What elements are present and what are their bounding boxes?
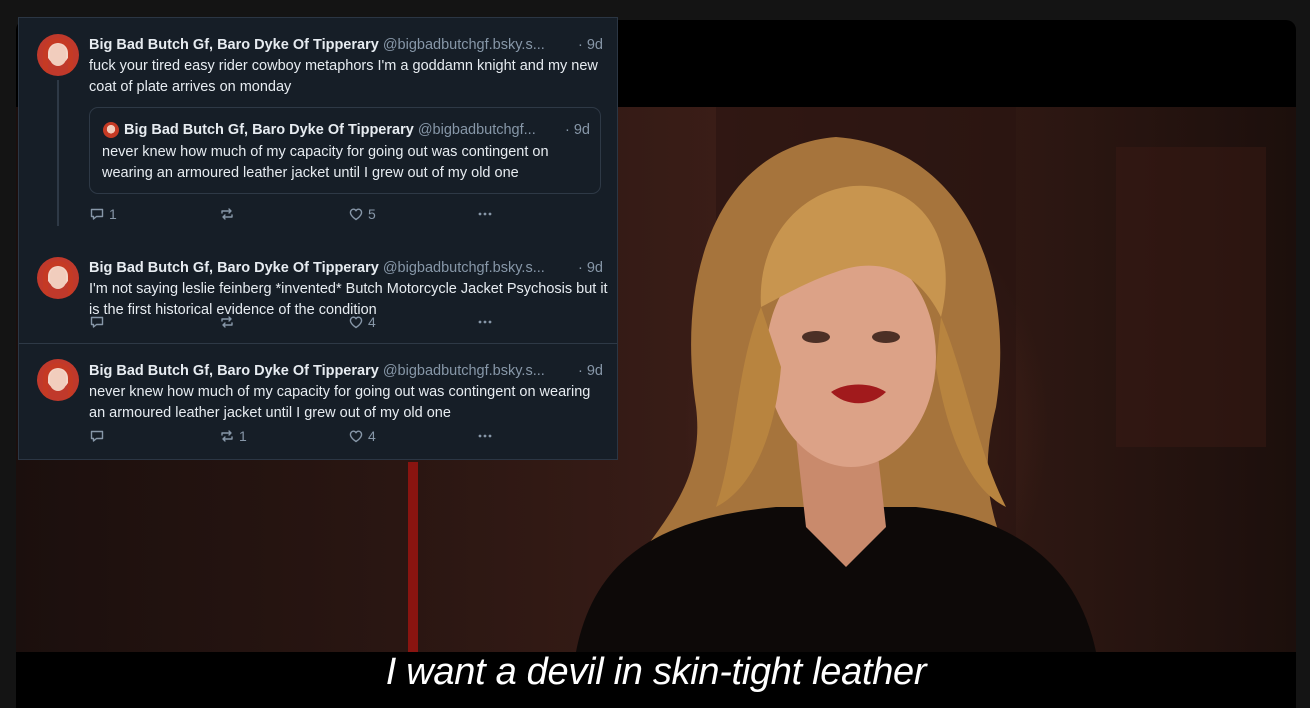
more-button[interactable] bbox=[477, 313, 493, 331]
repost-button[interactable]: 1 bbox=[219, 427, 247, 445]
post-actions: 1 4 bbox=[89, 427, 529, 445]
more-icon bbox=[478, 212, 492, 216]
post-text: never knew how much of my capacity for g… bbox=[89, 384, 591, 421]
more-button[interactable] bbox=[477, 427, 493, 445]
post-header: Big Bad Butch Gf, Baro Dyke Of Tipperary… bbox=[89, 36, 609, 54]
like-count: 4 bbox=[368, 428, 376, 444]
repost-button[interactable] bbox=[219, 205, 239, 223]
quote-author-name: Big Bad Butch Gf, Baro Dyke Of Tipperary bbox=[124, 122, 414, 138]
quote-header: Big Bad Butch Gf, Baro Dyke Of Tipperary… bbox=[124, 121, 590, 139]
repost-icon bbox=[221, 316, 233, 328]
author-name[interactable]: Big Bad Butch Gf, Baro Dyke Of Tipperary bbox=[89, 363, 379, 379]
post-thread-panel: Big Bad Butch Gf, Baro Dyke Of Tipperary… bbox=[18, 17, 618, 460]
author-handle[interactable]: @bigbadbutchgf.bsky.s... bbox=[383, 260, 545, 276]
more-icon bbox=[478, 320, 492, 324]
reply-button[interactable] bbox=[89, 313, 109, 331]
like-button[interactable]: 4 bbox=[348, 313, 376, 331]
post-actions: 4 bbox=[89, 313, 529, 331]
avatar[interactable] bbox=[37, 359, 79, 401]
thread-line bbox=[57, 80, 59, 226]
author-handle[interactable]: @bigbadbutchgf.bsky.s... bbox=[383, 37, 545, 53]
post-header: Big Bad Butch Gf, Baro Dyke Of Tipperary… bbox=[89, 259, 609, 277]
more-button[interactable] bbox=[477, 205, 493, 223]
avatar[interactable] bbox=[37, 34, 79, 76]
quote-time: · 9d bbox=[561, 121, 590, 139]
post[interactable]: Big Bad Butch Gf, Baro Dyke Of Tipperary… bbox=[19, 344, 617, 459]
quote-avatar bbox=[103, 122, 119, 138]
avatar-face bbox=[50, 267, 66, 289]
avatar[interactable] bbox=[37, 257, 79, 299]
like-button[interactable]: 5 bbox=[348, 205, 376, 223]
repost-icon bbox=[221, 430, 233, 442]
repost-button[interactable] bbox=[219, 313, 239, 331]
quote-text: never knew how much of my capacity for g… bbox=[102, 144, 549, 181]
repost-count: 1 bbox=[239, 428, 247, 444]
post-time[interactable]: · 9d bbox=[574, 259, 603, 277]
heart-icon bbox=[349, 208, 363, 221]
heart-icon bbox=[349, 430, 363, 443]
author-name[interactable]: Big Bad Butch Gf, Baro Dyke Of Tipperary bbox=[89, 260, 379, 276]
red-stripe bbox=[408, 462, 418, 652]
quoted-post[interactable]: Big Bad Butch Gf, Baro Dyke Of Tipperary… bbox=[89, 107, 601, 194]
post[interactable]: Big Bad Butch Gf, Baro Dyke Of Tipperary… bbox=[19, 18, 617, 241]
like-button[interactable]: 4 bbox=[348, 427, 376, 445]
repost-icon bbox=[221, 208, 233, 220]
avatar-face bbox=[50, 44, 66, 66]
heart-icon bbox=[349, 316, 363, 329]
reply-icon bbox=[90, 208, 104, 220]
subtitle: I want a devil in skin-tight leather bbox=[385, 651, 927, 693]
avatar-face bbox=[50, 369, 66, 391]
post-header: Big Bad Butch Gf, Baro Dyke Of Tipperary… bbox=[89, 362, 609, 380]
post-text: fuck your tired easy rider cowboy metaph… bbox=[89, 58, 598, 95]
like-count: 4 bbox=[368, 314, 376, 330]
reply-button[interactable] bbox=[89, 427, 109, 445]
more-icon bbox=[478, 434, 492, 438]
like-count: 5 bbox=[368, 206, 376, 222]
post-time[interactable]: · 9d bbox=[574, 362, 603, 380]
reply-button[interactable]: 1 bbox=[89, 205, 117, 223]
author-name[interactable]: Big Bad Butch Gf, Baro Dyke Of Tipperary bbox=[89, 37, 379, 53]
post-time[interactable]: · 9d bbox=[574, 36, 603, 54]
reply-icon bbox=[90, 316, 104, 328]
reply-count: 1 bbox=[109, 206, 117, 222]
post-actions: 1 5 bbox=[89, 205, 529, 223]
quote-author-handle: @bigbadbutchgf... bbox=[417, 122, 536, 138]
reply-icon bbox=[90, 430, 104, 442]
author-handle[interactable]: @bigbadbutchgf.bsky.s... bbox=[383, 363, 545, 379]
post[interactable]: Big Bad Butch Gf, Baro Dyke Of Tipperary… bbox=[19, 241, 617, 344]
